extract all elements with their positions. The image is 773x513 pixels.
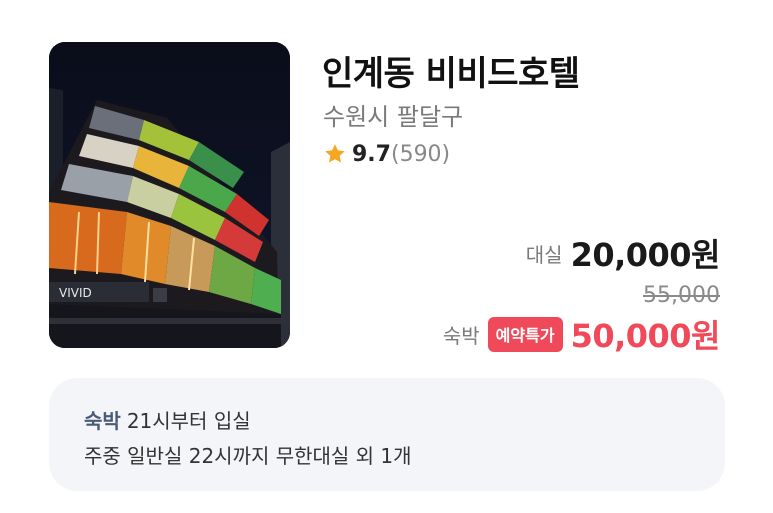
original-price: 55,000 (643, 283, 720, 308)
hotel-name[interactable]: 인계동 비비드호텔 (322, 46, 580, 95)
stay-label: 숙박 (442, 323, 480, 348)
rating-score: 9.7 (352, 141, 391, 167)
stay-info-box: 숙박 21시부터 입실 주중 일반실 22시까지 무한대실 외 1개 (49, 378, 725, 491)
hotel-photo: VIVID (49, 42, 290, 348)
checkin-time: 21시부터 입실 (126, 409, 251, 433)
hotel-location: 수원시 팔달구 (323, 103, 464, 131)
stay-price-row: 숙박 예약특가 50,000원 (442, 311, 721, 357)
info-tag: 숙박 (84, 409, 121, 433)
rent-price: 20,000원 (570, 236, 721, 274)
stay-price: 50,000원 (570, 317, 721, 355)
hotel-rating: 9.7 (590) (323, 140, 450, 168)
star-icon (325, 144, 345, 163)
review-count: (590) (390, 141, 451, 167)
hotel-thumbnail[interactable]: VIVID (49, 42, 290, 348)
info-detail: 주중 일반실 22시까지 무한대실 외 1개 (84, 444, 412, 468)
special-offer-badge: 예약특가 (487, 316, 563, 352)
checkin-line: 숙박 21시부터 입실 (84, 405, 251, 434)
svg-text:VIVID: VIVID (59, 286, 92, 300)
rent-price-row: 대실 20,000원 (525, 230, 721, 276)
rent-label: 대실 (525, 242, 563, 267)
